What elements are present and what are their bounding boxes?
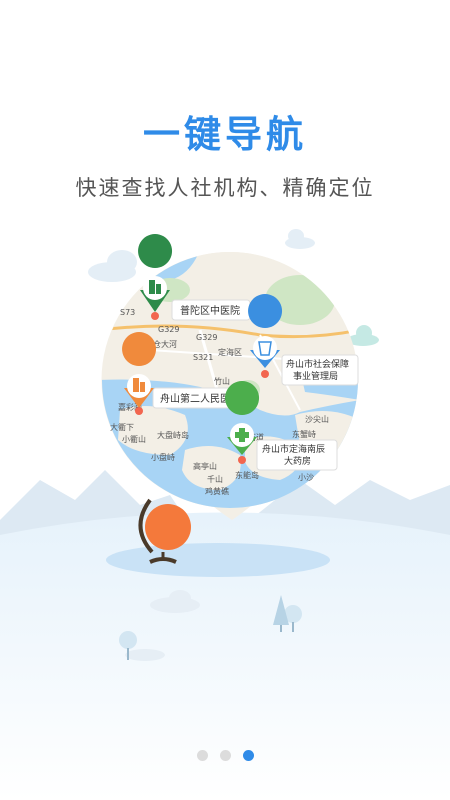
pagination-dots bbox=[0, 750, 450, 761]
map-text: 小盘峙 bbox=[151, 452, 175, 462]
place-name-line: 大药房 bbox=[284, 455, 311, 467]
globe-shadow bbox=[106, 543, 330, 577]
place-name-line: 舟山市社会保障 bbox=[286, 358, 349, 370]
place-label-4[interactable]: 舟山市定海南辰 大药房 bbox=[256, 439, 338, 471]
map-text: 竹山 bbox=[214, 376, 230, 386]
map-text: 高亭山 bbox=[193, 461, 217, 471]
place-label-1[interactable]: 普陀区中医院 bbox=[171, 299, 251, 321]
map-text: 鸡黄礁 bbox=[205, 486, 229, 496]
place-name-line: 舟山市定海南辰 bbox=[262, 443, 325, 455]
place-label-3[interactable]: 舟山市社会保障 事业管理局 bbox=[281, 354, 359, 386]
map-text: G329 bbox=[158, 325, 179, 334]
map-text: 小沙 bbox=[298, 473, 314, 482]
map-text: S73 bbox=[120, 308, 135, 317]
page-dot-1[interactable] bbox=[196, 750, 208, 761]
map-text: 小衢山 bbox=[122, 434, 146, 444]
map-text: 大盘峙岛 bbox=[157, 430, 189, 440]
map-text: S321 bbox=[193, 353, 213, 362]
page-dot-3[interactable] bbox=[242, 750, 254, 761]
map-text: 沙尖山 bbox=[305, 414, 329, 424]
page-dot-2[interactable] bbox=[219, 750, 231, 761]
map-text: G329 bbox=[196, 333, 217, 342]
map-text: 东能岛 bbox=[235, 470, 259, 480]
map-text: 大衢下 bbox=[110, 422, 134, 432]
map-text: 定海区 bbox=[218, 347, 242, 357]
place-name-line: 事业管理局 bbox=[293, 370, 338, 382]
navigation-illustration: 盐仓大河 定海区 嘉彩画 大盘峙岛 小盘峙 高亭山 千山 东能岛 鸡黄礁 沙尖山… bbox=[0, 229, 450, 800]
map-text: 千山 bbox=[207, 474, 223, 484]
place-name: 普陀区中医院 bbox=[180, 304, 240, 317]
map-text: 东蟹峙 bbox=[292, 429, 316, 439]
